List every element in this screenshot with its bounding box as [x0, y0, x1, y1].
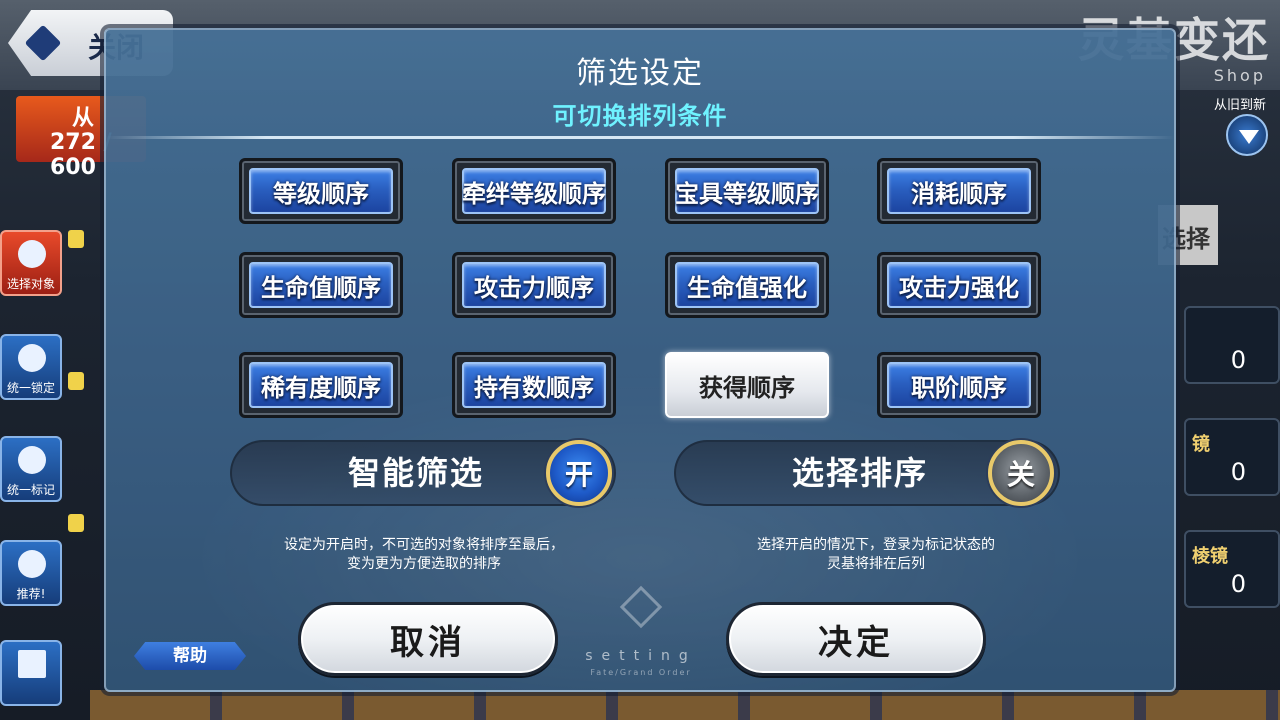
- count-panel-label: 从: [72, 106, 95, 131]
- select-sort-toggle[interactable]: 关: [988, 440, 1054, 506]
- sort-option-label: 攻击力强化: [899, 273, 1019, 302]
- gear-icon: [18, 550, 46, 578]
- item-card-count: 0: [1230, 570, 1246, 598]
- grid-view-button: [0, 640, 62, 706]
- background-item-card: 棱镜 0: [1184, 530, 1280, 608]
- sort-option-label: 持有数顺序: [474, 373, 594, 402]
- select-sort-description: 选择开启的情况下，登录为标记状态的 灵基将排在后列: [686, 536, 1066, 574]
- sort-option-label: 消耗顺序: [911, 179, 1007, 208]
- description-line: 设定为开启时，不可选的对象将排序至最后，: [284, 537, 564, 553]
- side-button-label: 统一锁定: [6, 381, 55, 395]
- lock-icon: [68, 514, 84, 532]
- side-button-label: 推荐!: [16, 587, 46, 601]
- confirm-button[interactable]: 决定: [726, 602, 986, 676]
- select-sort-label: 选择排序: [792, 454, 929, 492]
- background-card-strip: [90, 690, 1280, 720]
- divider: [106, 136, 1174, 139]
- select-target-button: 选择对象: [0, 230, 62, 296]
- item-card-count: 0: [1230, 346, 1246, 374]
- sort-option-label: 牵绊等级顺序: [462, 179, 606, 208]
- description-line: 灵基将排在后列: [827, 556, 925, 572]
- sort-option-label: 职阶顺序: [911, 373, 1007, 402]
- bulk-lock-button: 统一锁定: [0, 334, 62, 400]
- sort-owned-count-button[interactable]: 持有数顺序: [452, 352, 616, 418]
- sort-obtained-button[interactable]: 获得顺序: [665, 352, 829, 418]
- dialog-title: 筛选设定: [576, 56, 704, 91]
- lock-icon: [68, 372, 84, 390]
- filter-settings-dialog: 筛选设定 可切换排列条件 等级顺序 牵绊等级顺序 宝具等级顺序 消耗顺序 生命值…: [104, 28, 1176, 692]
- item-card-count: 0: [1230, 458, 1246, 486]
- star-icon: [18, 446, 46, 474]
- logo-text: setting: [585, 648, 697, 664]
- background-item-card: 镜 0: [1184, 418, 1280, 496]
- sort-class-button[interactable]: 职阶顺序: [877, 352, 1041, 418]
- sort-atk-fou-button[interactable]: 攻击力强化: [877, 252, 1041, 318]
- sort-option-label: 宝具等级顺序: [675, 179, 819, 208]
- sort-bond-level-button[interactable]: 牵绊等级顺序: [452, 158, 616, 224]
- recommend-button: 推荐!: [0, 540, 62, 606]
- back-arrow-icon: [24, 24, 62, 62]
- grid-icon: [18, 650, 46, 678]
- sort-np-level-button[interactable]: 宝具等级顺序: [665, 158, 829, 224]
- sort-option-label: 等级顺序: [273, 179, 369, 208]
- fgo-emblem-icon: [619, 585, 663, 629]
- sort-rarity-button[interactable]: 稀有度顺序: [239, 352, 403, 418]
- help-button[interactable]: 帮助: [134, 642, 246, 670]
- sort-hp-button[interactable]: 生命值顺序: [239, 252, 403, 318]
- description-line: 选择开启的情况下，登录为标记状态的: [757, 537, 995, 553]
- background-item-card: 0: [1184, 306, 1280, 384]
- sort-atk-button[interactable]: 攻击力顺序: [452, 252, 616, 318]
- sort-option-label: 稀有度顺序: [261, 373, 381, 402]
- setting-logo: setting Fate/Grand Order: [576, 585, 706, 682]
- sort-cost-button[interactable]: 消耗顺序: [877, 158, 1041, 224]
- smart-filter-description: 设定为开启时，不可选的对象将排序至最后， 变为更为方便选取的排序: [234, 536, 614, 574]
- sort-option-label: 生命值强化: [687, 273, 807, 302]
- side-button-label: 选择对象: [6, 277, 55, 291]
- logo-subtext: Fate/Grand Order: [590, 668, 692, 677]
- shop-label: Shop: [1213, 66, 1266, 85]
- chevron-down-icon: [1226, 114, 1268, 156]
- side-button-label: 统一标记: [6, 483, 55, 497]
- lock-icon: [68, 230, 84, 248]
- smart-filter-toggle[interactable]: 开: [546, 440, 612, 506]
- lock-icon: [18, 344, 46, 372]
- sort-option-label: 生命值顺序: [261, 273, 381, 302]
- item-card-title: 棱镜: [1192, 546, 1228, 567]
- sort-level-button[interactable]: 等级顺序: [239, 158, 403, 224]
- dialog-subtitle: 可切换排列条件: [552, 102, 728, 130]
- cancel-button[interactable]: 取消: [298, 602, 558, 676]
- item-card-title: 镜: [1192, 434, 1210, 455]
- smart-filter-label: 智能筛选: [348, 454, 485, 492]
- sort-option-label: 获得顺序: [699, 373, 795, 402]
- select-icon: [18, 240, 46, 268]
- sort-option-label: 攻击力顺序: [474, 273, 594, 302]
- description-line: 变为更为方便选取的排序: [347, 556, 501, 572]
- bulk-mark-button: 统一标记: [0, 436, 62, 502]
- sort-hp-fou-button[interactable]: 生命值强化: [665, 252, 829, 318]
- order-label: 从旧到新: [1213, 98, 1266, 113]
